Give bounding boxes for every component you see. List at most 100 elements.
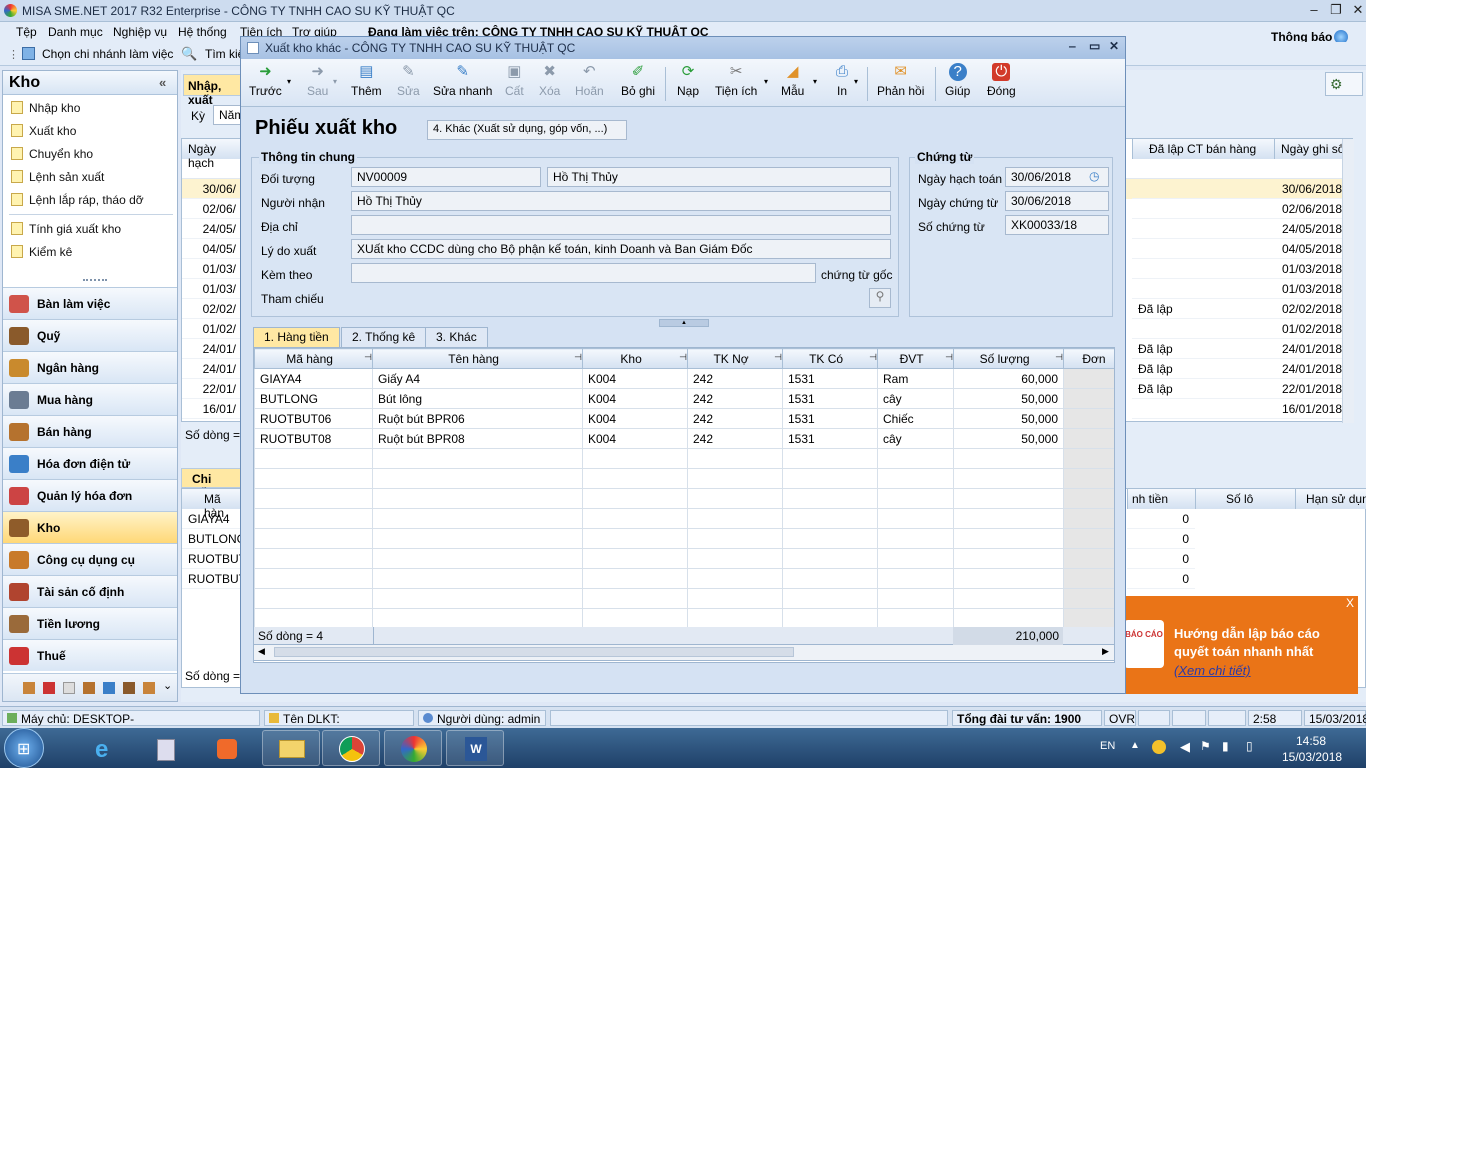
grid-cell[interactable] [782,588,878,609]
minimize-icon[interactable]: ‒ [1304,2,1324,18]
save-button[interactable]: ▣ Cất [505,63,524,98]
grid-cell[interactable] [582,608,688,629]
clock-time[interactable]: 14:58 [1296,734,1326,748]
unpost-button[interactable]: ✐ Bỏ ghi [621,63,655,98]
start-button[interactable]: ⊞ [4,728,44,768]
col-ma-hang[interactable]: Mã hàng ⊣ [254,348,373,369]
grid-cell[interactable] [582,588,688,609]
grid-cell[interactable] [1063,368,1114,389]
grid-cell[interactable] [1063,528,1114,549]
grid-cell[interactable]: 50,000 [953,388,1064,409]
list-cell[interactable]: 24/05/ [182,219,242,239]
sidebar-link-kiem-ke[interactable]: Kiểm kê [11,245,72,259]
shortcut-icon[interactable] [43,682,55,694]
grid-row[interactable] [254,608,1114,629]
grid-cell[interactable]: 242 [687,368,783,389]
grid-cell[interactable] [687,528,783,549]
grid-cell[interactable] [372,488,583,509]
grid-cell[interactable] [953,468,1064,489]
list-cell[interactable] [1132,239,1274,259]
taskbar-chrome[interactable] [322,730,380,766]
grid-cell[interactable] [1063,588,1114,609]
grid-cell[interactable] [782,548,878,569]
shortcut-icon[interactable] [103,682,115,694]
grid-cell[interactable] [582,528,688,549]
dialog-maximize-icon[interactable]: ▭ [1089,39,1100,53]
list-cell[interactable]: 16/01/ [182,399,242,419]
list-cell[interactable]: 02/02/2018 [1274,299,1348,319]
grid-row[interactable] [254,528,1114,549]
nav-cong-cu-dung-cu[interactable]: Công cụ dụng cụ [3,543,177,575]
grid-cell[interactable] [254,528,373,549]
grid-row[interactable] [254,448,1114,469]
grid-cell[interactable] [372,508,583,529]
grid-row[interactable]: GIAYA4 Giấy A4 K004 242 1531 Ram 60,000 [254,368,1114,389]
vertical-scrollbar[interactable] [1342,139,1354,423]
grid-cell[interactable] [372,448,583,469]
settings-button[interactable]: ⚙ [1325,72,1363,96]
close-button[interactable]: ⏻ Đóng [987,63,1016,98]
grid-cell[interactable] [372,568,583,589]
tab-chi-tiet[interactable]: Chi tiết [181,468,241,500]
nav-ngan-hang[interactable]: Ngân hàng [3,351,177,383]
col-header-da-lap-ct[interactable]: Đã lập CT bán hàng [1132,139,1274,159]
undo-button[interactable]: ↶ Hoãn [575,63,604,98]
doi-tuong-code-field[interactable]: NV00009 [351,167,541,187]
grid-cell[interactable]: K004 [582,388,688,409]
grid-cell[interactable] [1063,548,1114,569]
grid-cell[interactable]: K004 [582,368,688,389]
grid-cell[interactable] [782,528,878,549]
grid-row[interactable] [254,588,1114,609]
sidebar-link-lenh-san-xuat[interactable]: Lệnh sản xuất [11,170,104,184]
banner-close-button[interactable]: X [1346,596,1354,610]
list-cell[interactable]: 22/01/2018 [1274,379,1348,399]
shortcut-icon[interactable] [143,682,155,694]
grid-cell[interactable]: RUOTBUT08 [254,428,373,449]
grid-cell[interactable] [254,508,373,529]
clock-date[interactable]: 15/03/2018 [1282,750,1342,764]
list-cell[interactable]: 02/02/ [182,299,242,319]
tray-expand-icon[interactable]: ▲ [1130,740,1140,751]
grid-cell[interactable] [582,448,688,469]
grid-cell[interactable] [782,568,878,589]
list-cell[interactable] [1132,399,1274,419]
nav-hoa-don-dien-tu[interactable]: Hóa đơn điện tử [3,447,177,479]
list-cell[interactable] [1132,319,1274,339]
list-cell[interactable]: Đã lập [1132,379,1274,399]
flag-icon[interactable]: ⚑ [1200,739,1211,753]
grid-cell[interactable]: Ram [877,368,954,389]
list-cell[interactable]: 24/01/ [182,339,242,359]
col-header-thanh-tien[interactable]: nh tiền [1127,489,1195,509]
grid-cell[interactable] [1063,468,1114,489]
sidebar-link-nhap-kho[interactable]: Nhập kho [11,101,80,115]
dia-chi-field[interactable] [351,215,891,235]
scroll-thumb[interactable] [274,647,794,657]
grid-cell[interactable] [1063,488,1114,509]
grid-row[interactable] [254,508,1114,529]
ngay-chung-tu-field[interactable]: 30/06/2018 [1005,191,1109,211]
list-cell[interactable]: 01/03/2018 [1274,259,1348,279]
shortcut-icon[interactable] [23,682,35,694]
grid-cell[interactable]: Chiếc [877,408,954,429]
list-cell[interactable]: Đã lập [1132,339,1274,359]
list-cell[interactable] [1132,179,1274,199]
grid-cell[interactable] [953,508,1064,529]
shortcut-icon[interactable] [123,682,135,694]
list-cell[interactable]: BUTLONG [182,529,242,549]
grid-cell[interactable] [782,468,878,489]
grid-cell[interactable] [877,468,954,489]
tab-khac[interactable]: 3. Khác [425,327,488,347]
delete-button[interactable]: ✖ Xóa [539,63,560,98]
col-header-so-lo[interactable]: Số lô [1195,489,1295,509]
ly-do-field[interactable]: XUất kho CCDC dùng cho Bộ phận kế toán, … [351,239,891,259]
grid-cell[interactable] [1063,508,1114,529]
grid-cell[interactable] [877,548,954,569]
grid-cell[interactable]: 242 [687,388,783,409]
volume-icon[interactable]: ◀ [1180,739,1190,755]
grid-cell[interactable] [953,608,1064,629]
add-button[interactable]: ▤ Thêm [351,63,382,98]
col-don[interactable]: Đơn [1063,348,1114,369]
nav-quy[interactable]: Quỹ [3,319,177,351]
shortcut-icon[interactable] [63,682,75,694]
grid-cell[interactable]: 50,000 [953,428,1064,449]
